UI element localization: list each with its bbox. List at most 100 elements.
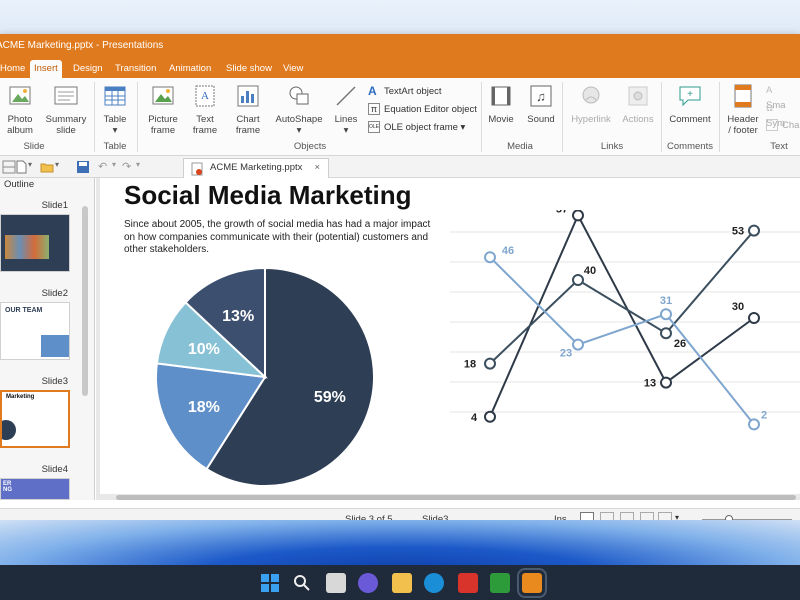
slide4-thumb-text: ER NG — [3, 481, 12, 493]
line-point[interactable] — [660, 308, 672, 321]
comment-button[interactable]: + Comment — [666, 84, 714, 125]
line-point[interactable] — [572, 274, 584, 286]
tab-insert[interactable]: Insert — [30, 60, 62, 78]
ribbon-separator — [137, 82, 138, 152]
lines-label: Lines — [334, 114, 358, 125]
slide3-thumbnail[interactable]: Marketing — [0, 390, 70, 448]
title-bar: ACME Marketing.pptx - Presentations — [0, 34, 800, 58]
planmaker-icon[interactable] — [490, 573, 510, 593]
summary-slide-icon — [54, 86, 78, 105]
chat-icon[interactable] — [358, 573, 378, 593]
line-point-label: 4 — [471, 412, 478, 424]
quick-toolbar: ▾ ▾ ↶ ▾ ↷ ▾ ACME Marketing.pptx × — [0, 156, 800, 178]
outline-scrollbar[interactable] — [82, 196, 90, 496]
chevron-down-icon: ▾ — [112, 125, 118, 136]
line-point[interactable] — [484, 251, 496, 264]
film-icon — [491, 86, 511, 106]
photo-album-button[interactable]: Photo album — [2, 84, 38, 136]
scroll-thumb[interactable] — [82, 206, 88, 396]
line-point-label: 18 — [464, 359, 476, 371]
task-view-icon[interactable] — [326, 573, 346, 593]
open-folder-icon[interactable] — [40, 160, 54, 174]
autoshape-button[interactable]: AutoShape ▾ — [274, 84, 324, 136]
line-point[interactable] — [660, 376, 672, 389]
links-group-label: Links — [600, 141, 624, 152]
tab-animation[interactable]: Animation — [165, 60, 215, 78]
undo-icon[interactable]: ↶ — [98, 160, 112, 174]
lines-button[interactable]: Lines ▾ — [330, 84, 362, 136]
new-document-icon[interactable] — [14, 160, 28, 174]
slide[interactable]: Social Media Marketing Since about 2005,… — [100, 178, 800, 494]
document-tab[interactable]: ACME Marketing.pptx × — [183, 158, 329, 178]
save-icon[interactable] — [76, 160, 90, 174]
slide-body-text[interactable]: Since about 2005, the growth of social m… — [124, 219, 444, 257]
line-point[interactable] — [748, 418, 760, 431]
slide4-thumbnail[interactable]: ER NG — [0, 478, 70, 500]
summary-slide-button[interactable]: Summary slide — [44, 84, 88, 136]
line-series[interactable] — [489, 256, 755, 426]
slide1-label: Slide1 — [41, 200, 68, 211]
line-point-label: 13 — [644, 378, 656, 390]
text-frame-button[interactable]: A Text frame — [188, 84, 222, 136]
actions-button[interactable]: Actions — [620, 84, 656, 125]
sound-button[interactable]: ♫ Sound — [526, 84, 556, 125]
tab-slide-show[interactable]: Slide show — [222, 60, 276, 78]
chevron-down-icon[interactable]: ▾ — [55, 160, 69, 174]
outline-panel: Outline Slide1 Slide2 OUR TEAM Slide3 Ma… — [0, 178, 95, 500]
actions-label: Actions — [622, 114, 654, 125]
line-point-label: 53 — [732, 226, 744, 238]
close-tab-icon[interactable]: × — [314, 159, 320, 177]
hyperlink-button[interactable]: Hyperlink — [568, 84, 614, 125]
redo-icon[interactable]: ↷ — [122, 160, 136, 174]
line-series[interactable] — [489, 213, 755, 418]
horizontal-scrollbar[interactable] — [116, 494, 800, 500]
slide-title[interactable]: Social Media Marketing — [124, 180, 412, 211]
tab-design[interactable]: Design — [69, 60, 107, 78]
line-icon — [336, 86, 356, 106]
hyperlink-label: Hyperlink — [571, 114, 611, 125]
ole-object-button[interactable]: OLE OLE object frame ▾ — [368, 120, 465, 136]
line-point[interactable] — [748, 224, 760, 237]
line-point[interactable] — [484, 357, 496, 370]
tab-transition[interactable]: Transition — [111, 60, 160, 78]
movie-button[interactable]: Movie — [486, 84, 516, 125]
tab-view[interactable]: View — [279, 60, 307, 78]
chevron-down-icon[interactable]: ▾ — [136, 160, 150, 174]
edge-browser-icon[interactable] — [424, 573, 444, 593]
search-icon[interactable] — [292, 573, 312, 593]
photo-album-label: Photo album — [7, 114, 33, 136]
line-chart[interactable]: 4 57 13 30 18 40 26 53 46 23 31 2 — [450, 210, 800, 470]
line-point[interactable] — [748, 312, 760, 324]
equation-editor-button[interactable]: π Equation Editor object — [368, 102, 477, 118]
ribbon-separator — [719, 82, 720, 152]
pie-slice-label: 59% — [314, 389, 346, 406]
header-footer-button[interactable]: Header / footer — [724, 84, 762, 136]
autoshape-icon — [289, 86, 309, 105]
line-point[interactable] — [572, 338, 584, 351]
line-point[interactable] — [484, 410, 496, 423]
table-label: Table — [103, 114, 127, 125]
tab-home[interactable]: Home — [0, 60, 29, 78]
line-point-label: 57 — [556, 210, 568, 215]
scroll-thumb[interactable] — [116, 495, 796, 500]
character-button[interactable]: Cha — [766, 118, 799, 134]
ole-label: OLE object frame — [384, 122, 458, 133]
presentations-icon[interactable] — [517, 568, 547, 598]
pie-chart[interactable]: 59% 18% 10%13% — [150, 266, 380, 496]
line-point[interactable] — [660, 327, 672, 340]
slide2-thumbnail[interactable]: OUR TEAM — [0, 302, 70, 360]
table-button[interactable]: Table ▾ — [100, 84, 130, 136]
textmaker-icon[interactable] — [458, 573, 478, 593]
slide1-thumbnail[interactable] — [0, 214, 70, 272]
symbol-button[interactable]: ΩSym — [766, 100, 800, 129]
picture-frame-button[interactable]: Picture frame — [144, 84, 182, 136]
ribbon-separator — [661, 82, 662, 152]
line-point[interactable] — [572, 210, 584, 222]
smartart-button[interactable]: ASma — [766, 82, 800, 111]
start-icon[interactable] — [260, 573, 280, 593]
file-explorer-icon[interactable] — [392, 573, 412, 593]
chart-frame-button[interactable]: Chart frame — [228, 84, 268, 136]
textart-object-button[interactable]: A TextArt object — [368, 84, 442, 100]
picture-icon — [152, 86, 174, 105]
slide-canvas: Social Media Marketing Since about 2005,… — [96, 178, 800, 500]
